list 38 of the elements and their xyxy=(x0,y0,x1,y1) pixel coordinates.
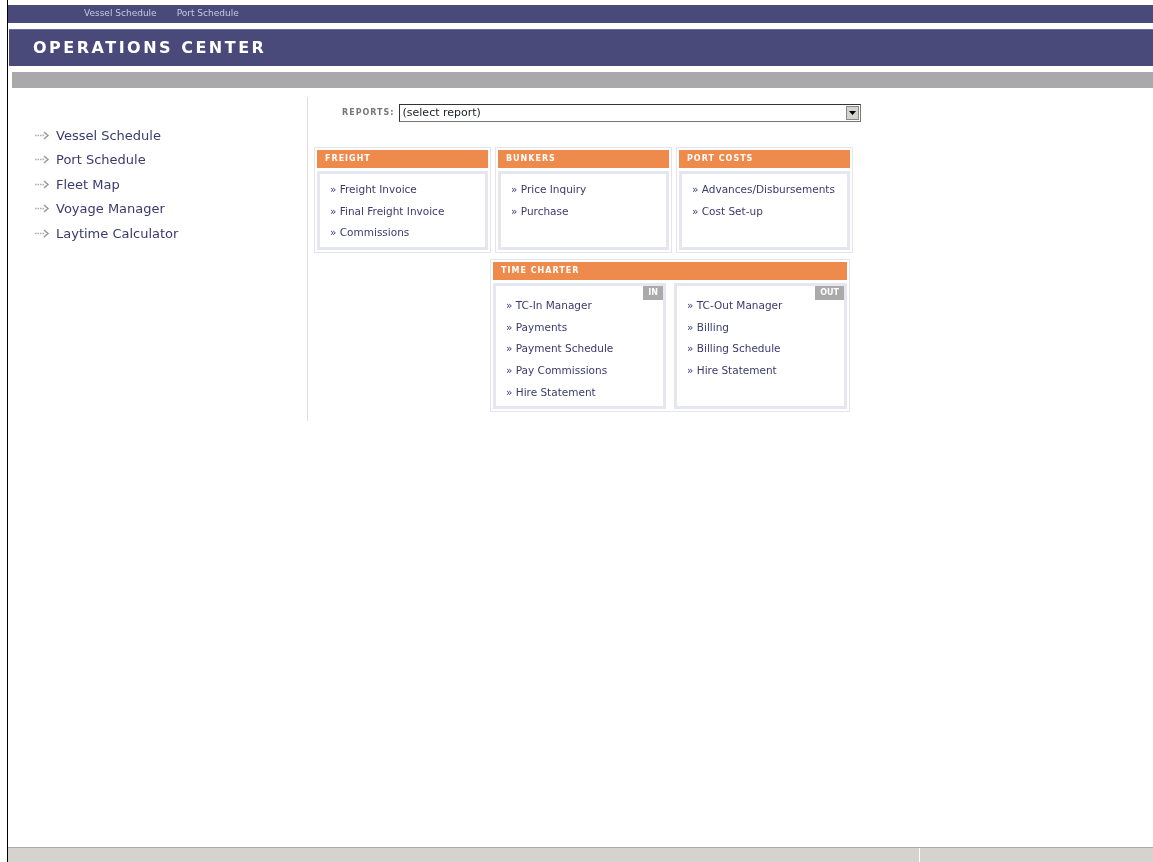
dotted-arrow-icon xyxy=(34,179,51,189)
report-link[interactable]: » Freight Invoice xyxy=(330,182,475,204)
report-link[interactable]: » Billing xyxy=(687,319,834,342)
report-link[interactable]: » Payment Schedule xyxy=(506,341,653,364)
report-link[interactable]: » Hire Statement xyxy=(506,384,653,407)
dropdown-arrow-icon xyxy=(848,111,856,115)
direction-tag: IN xyxy=(643,286,663,300)
dotted-arrow-icon xyxy=(34,155,51,165)
direction-tag: OUT xyxy=(815,286,844,300)
report-link[interactable]: » Price Inquiry xyxy=(511,182,656,204)
sidebar-link[interactable]: Fleet Map xyxy=(34,172,307,197)
report-link[interactable]: » Final Freight Invoice xyxy=(330,203,475,226)
report-link[interactable]: » Payments xyxy=(506,319,653,342)
reports-dropdown[interactable]: (select report) xyxy=(398,104,861,122)
report-link[interactable]: » TC-In Manager xyxy=(506,298,653,320)
reports-label: REPORTS: xyxy=(342,107,395,119)
panel-header: PORT COSTS xyxy=(679,150,850,168)
report-link[interactable]: » Hire Statement xyxy=(687,363,834,385)
report-link[interactable]: » Purchase xyxy=(511,203,656,226)
report-link[interactable]: » Cost Set-up xyxy=(692,203,837,226)
page-title: OPERATIONS CENTER xyxy=(33,37,267,59)
sidebar-link[interactable]: Voyage Manager xyxy=(34,196,307,221)
sidebar-link[interactable]: Laytime Calculator xyxy=(34,221,307,246)
panel-header: BUNKERS xyxy=(498,150,669,168)
nav-link[interactable]: Vessel Schedule xyxy=(84,7,157,21)
nav-link[interactable]: Port Schedule xyxy=(176,7,239,21)
panel-header: TIME CHARTER xyxy=(493,262,847,280)
dotted-arrow-icon xyxy=(34,130,51,140)
report-link[interactable]: » Commissions xyxy=(330,225,475,248)
report-link[interactable]: » TC-Out Manager xyxy=(687,298,834,320)
panel-header: FREIGHT xyxy=(317,150,488,168)
report-link[interactable]: » Pay Commissions xyxy=(506,363,653,385)
dotted-arrow-icon xyxy=(34,228,51,238)
report-link[interactable]: » Advances/Disbursements xyxy=(692,182,837,204)
sidebar-link[interactable]: Vessel Schedule xyxy=(34,123,307,148)
dotted-arrow-icon xyxy=(34,204,51,214)
sidebar-link[interactable]: Port Schedule xyxy=(34,147,307,172)
report-link[interactable]: » Billing Schedule xyxy=(687,341,834,364)
